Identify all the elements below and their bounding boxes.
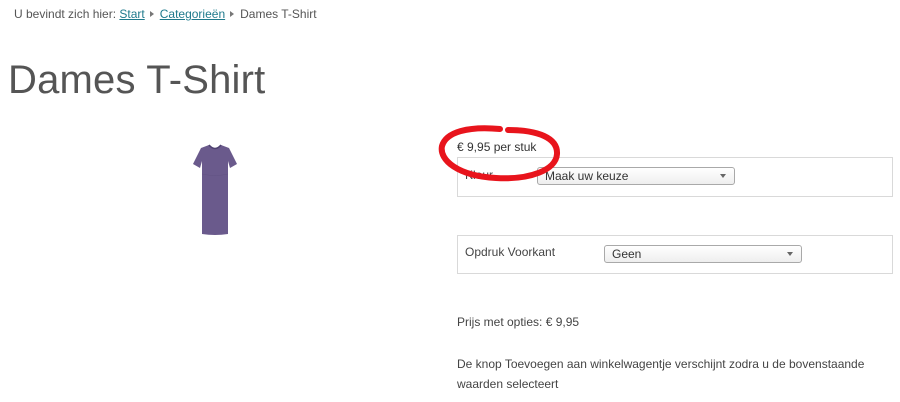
front-print-select-value: Geen [612,247,642,261]
tshirt-icon [193,144,237,235]
front-print-option-box: Opdruk Voorkant Geen [457,235,893,274]
page-title: Dames T-Shirt [8,58,266,102]
breadcrumb-separator-icon [149,11,154,17]
front-print-label: Opdruk Voorkant [465,245,556,259]
front-print-select[interactable]: Geen [604,245,802,263]
add-to-cart-notice: De knop Toevoegen aan winkelwagentje ver… [457,357,865,391]
breadcrumb-separator-icon [230,11,235,17]
price-per-unit: € 9,95 per stuk [457,140,537,154]
breadcrumb-link-categories[interactable]: Categorieën [160,7,225,21]
breadcrumb-prefix: U bevindt zich hier: [14,7,117,21]
color-label: Kleur [465,168,494,182]
breadcrumb: U bevindt zich hier: Start Categorieën Dam… [14,7,317,21]
color-select-value: Maak uw keuze [545,169,629,183]
price-with-options: Prijs met opties: € 9,95 [457,315,580,329]
chevron-down-icon [720,174,726,178]
chevron-down-icon [787,252,793,256]
color-option-box: Kleur Maak uw keuze [457,157,893,197]
color-select[interactable]: Maak uw keuze [537,167,735,185]
breadcrumb-current: Dames T-Shirt [240,7,317,21]
breadcrumb-link-start[interactable]: Start [119,7,144,21]
